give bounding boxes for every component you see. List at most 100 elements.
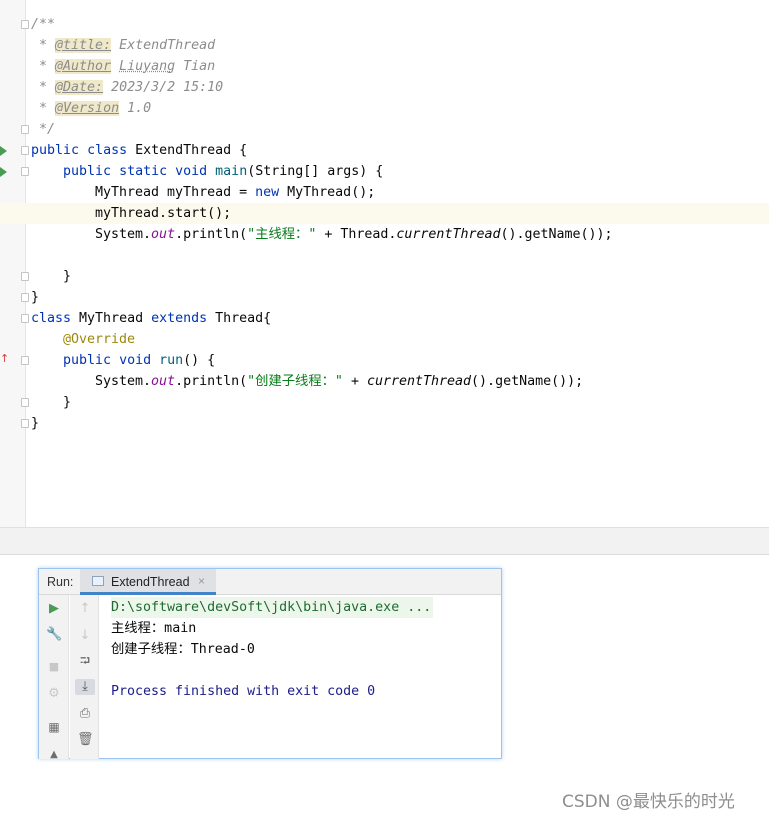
code-line: @Override [31,329,769,350]
javadoc-value: ExtendThread [111,38,216,53]
run-toolbar-primary: ▶ 🔧 ■ ⚙ ▦ ▲ [39,595,69,760]
fold-toggle-icon[interactable] [21,146,29,155]
comment-text: * [31,38,56,53]
settings-gear-icon[interactable]: ⚙ [46,686,62,702]
annotation: @Override [63,332,136,347]
code-line: } [31,392,769,413]
process-finished-line: Process finished with exit code 0 [111,684,376,699]
override-gutter-icon[interactable]: ↑ [0,353,9,364]
code-text: Thread{ [207,311,272,326]
static-method: currentThread [366,374,472,389]
code-text: MyThread(); [279,185,376,200]
code-line: class MyThread extends Thread{ [31,308,769,329]
code-text: ().getName()); [500,227,613,242]
scroll-up-icon[interactable]: ↑ [77,601,93,617]
stop-icon[interactable]: ■ [46,659,62,675]
more-up-icon[interactable]: ▲ [46,747,62,763]
fold-toggle-icon[interactable] [21,419,29,428]
rerun-icon[interactable]: ▶ [46,601,62,617]
keyword: new [255,185,280,200]
scroll-to-end-icon[interactable]: ⤓ [75,679,95,695]
code-line: * @Version 1.0 [31,98,769,119]
fold-toggle-icon[interactable] [21,167,29,176]
javadoc-tag: @Date: [55,80,104,95]
code-line: System.out.println("主线程：" + Thread.curre… [31,224,769,245]
close-icon[interactable]: × [198,574,205,588]
console-line: D:\software\devSoft\jdk\bin\java.exe ... [111,597,497,618]
code-line: * @Author Liuyang Tian [31,56,769,77]
console-output[interactable]: D:\software\devSoft\jdk\bin\java.exe ...… [111,597,497,702]
code-line: } [31,266,769,287]
keyword: static [119,164,168,179]
code-text: (); [207,206,232,221]
run-command[interactable]: D:\software\devSoft\jdk\bin\java.exe ... [111,597,434,618]
code-text: + [342,374,367,389]
current-code-line: myThread.start(); [0,203,769,224]
fold-toggle-icon[interactable] [21,125,29,134]
print-icon[interactable]: ⎙ [77,706,93,722]
code-text: .println( [175,374,248,389]
run-gutter-icon[interactable] [0,167,7,177]
static-method: currentThread [396,227,501,242]
keyword: public [63,164,112,179]
run-label: Run: [47,575,74,589]
brace: } [31,416,40,431]
console-line: 创建子线程：Thread-0 [111,642,255,657]
code-text: + Thread. [316,227,397,242]
code-area[interactable]: /** * @title: ExtendThread * @Author Liu… [0,14,769,434]
fold-toggle-icon[interactable] [21,20,29,29]
run-gutter-icon[interactable] [0,146,7,156]
code-line: } [31,413,769,434]
code-text: MyThread myThread = [95,185,256,200]
static-field: out [151,227,176,242]
brace: } [31,290,40,305]
fold-toggle-icon[interactable] [21,398,29,407]
code-editor[interactable]: ↑ /** * @title: ExtendThread * @Author L… [0,0,769,528]
code-text: () { [183,353,216,368]
keyword: void [119,353,152,368]
javadoc-value: Tian [175,59,216,74]
fold-toggle-icon[interactable] [21,356,29,365]
class-name: MyThread [71,311,152,326]
code-line: public static void main(String[] args) { [31,161,769,182]
code-line: } [31,287,769,308]
keyword: public [63,353,112,368]
code-text: myThread. [95,206,168,221]
watermark: CSDN @最快乐的时光 [562,792,735,812]
method-name: run [159,353,184,368]
editor-gutter[interactable]: ↑ [0,0,29,528]
keyword: class [31,311,72,326]
string-literal: "创建子线程：" [247,374,343,389]
console-icon [92,576,104,586]
keyword: void [175,164,208,179]
run-toolbar-secondary: ↑ ↓ ⮒ ⤓ ⎙ 🗑 [70,595,99,759]
code-text: .println( [175,227,248,242]
comment-text: * [31,101,56,116]
keyword: class [87,143,128,158]
javadoc-tag: @Author [55,59,112,74]
run-tab-extendthread[interactable]: ExtendThread × [80,569,216,595]
fold-toggle-icon[interactable] [21,293,29,302]
fold-toggle-icon[interactable] [21,272,29,281]
code-line: public void run() { [31,350,769,371]
layout-icon[interactable]: ▦ [46,719,62,735]
method-name: main [215,164,248,179]
wrench-icon[interactable]: 🔧 [46,627,62,643]
keyword: extends [151,311,208,326]
run-tool-window: Run: ExtendThread × ▶ 🔧 ■ ⚙ ▦ ▲ ↑ ↓ ⮒ ⤓ … [38,568,502,760]
comment-text: */ [31,122,56,137]
trash-icon[interactable]: 🗑 [77,732,94,748]
javadoc-tag: @Version [55,101,120,116]
comment-text: * [31,80,56,95]
fold-toggle-icon[interactable] [21,314,29,323]
console-line: 主线程：main [111,621,197,636]
javadoc-tag: @title: [55,38,112,53]
javadoc-value: Liuyang [119,59,176,74]
scroll-down-icon[interactable]: ↓ [77,628,93,644]
soft-wrap-icon[interactable]: ⮒ [77,654,93,670]
code-text: System. [95,227,152,242]
run-header: Run: ExtendThread × [39,569,501,595]
javadoc-value: 1.0 [119,101,152,116]
code-text: (String[] args) { [247,164,384,179]
